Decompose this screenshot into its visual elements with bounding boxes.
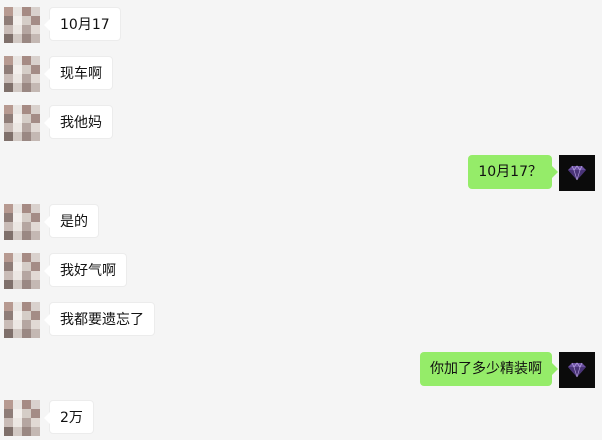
incoming-message-bubble[interactable]: 10月17	[44, 7, 121, 41]
outgoing-message-bubble[interactable]: 10月17？	[468, 155, 558, 189]
contact-avatar[interactable]	[4, 7, 40, 43]
message-row: 10月17	[0, 7, 602, 47]
diamond-icon	[559, 352, 595, 388]
contact-avatar[interactable]	[4, 105, 40, 141]
message-text: 现车啊	[60, 66, 102, 82]
message-row: 2万	[0, 400, 602, 440]
message-row: 我好气啊	[0, 253, 602, 293]
pixelated-avatar-icon	[4, 204, 40, 240]
message-text: 2万	[60, 410, 83, 426]
message-row: 10月17？	[0, 155, 602, 195]
message-text: 是的	[60, 214, 88, 230]
message-text: 我好气啊	[60, 263, 116, 279]
incoming-message-bubble[interactable]: 2万	[44, 400, 94, 434]
contact-avatar[interactable]	[4, 204, 40, 240]
pixelated-avatar-icon	[4, 253, 40, 289]
contact-avatar[interactable]	[4, 253, 40, 289]
message-row: 你加了多少精装啊	[0, 352, 602, 392]
chat-window: 10月17 现车啊 我他妈 10月17？ 是的 我好气啊 我都要遗忘了 你加了多…	[0, 0, 602, 440]
contact-avatar[interactable]	[4, 302, 40, 338]
diamond-icon	[559, 155, 595, 191]
outgoing-message-bubble[interactable]: 你加了多少精装啊	[420, 352, 558, 386]
incoming-message-bubble[interactable]: 是的	[44, 204, 99, 238]
pixelated-avatar-icon	[4, 105, 40, 141]
message-text: 你加了多少精装啊	[430, 361, 542, 377]
self-avatar[interactable]	[559, 352, 595, 388]
contact-avatar[interactable]	[4, 400, 40, 436]
self-avatar[interactable]	[559, 155, 595, 191]
pixelated-avatar-icon	[4, 302, 40, 338]
pixelated-avatar-icon	[4, 56, 40, 92]
incoming-message-bubble[interactable]: 我都要遗忘了	[44, 302, 155, 336]
message-text: 10月17	[60, 17, 110, 33]
pixelated-avatar-icon	[4, 400, 40, 436]
message-row: 我他妈	[0, 105, 602, 145]
contact-avatar[interactable]	[4, 56, 40, 92]
message-text: 我他妈	[60, 115, 102, 131]
incoming-message-bubble[interactable]: 现车啊	[44, 56, 113, 90]
message-row: 现车啊	[0, 56, 602, 96]
incoming-message-bubble[interactable]: 我好气啊	[44, 253, 127, 287]
message-row: 我都要遗忘了	[0, 302, 602, 342]
message-row: 是的	[0, 204, 602, 244]
message-text: 10月17？	[478, 164, 542, 180]
message-text: 我都要遗忘了	[60, 312, 144, 328]
pixelated-avatar-icon	[4, 7, 40, 43]
incoming-message-bubble[interactable]: 我他妈	[44, 105, 113, 139]
